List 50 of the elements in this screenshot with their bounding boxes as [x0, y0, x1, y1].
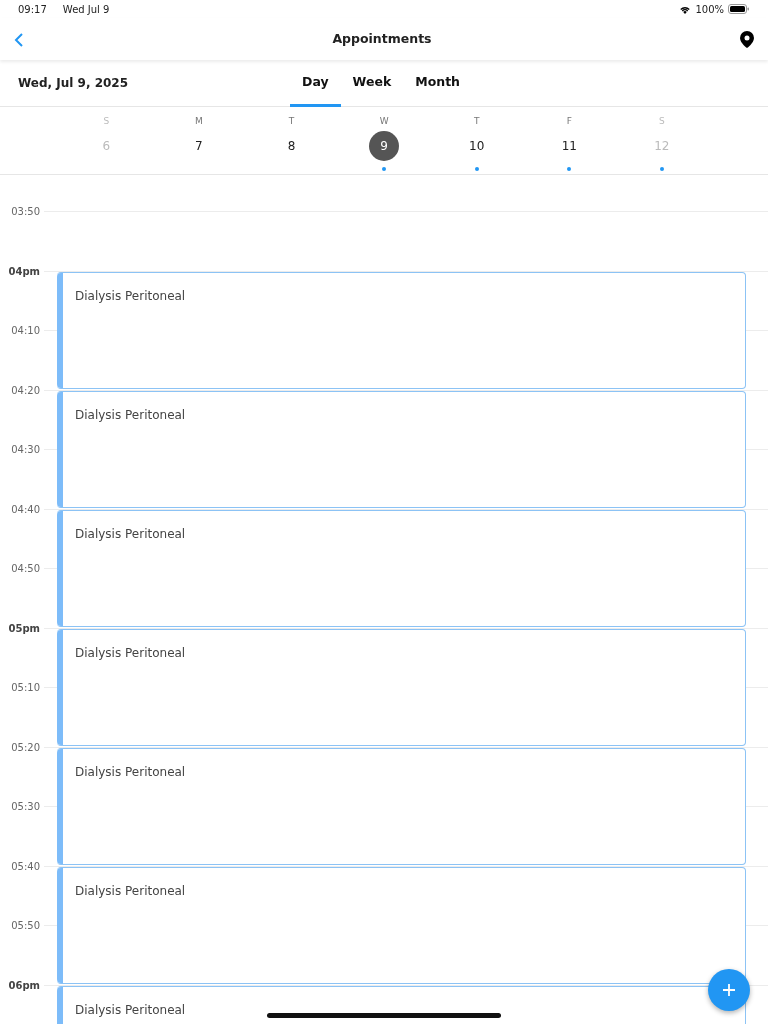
time-label: 04:30: [10, 443, 40, 457]
time-label: 05:30: [10, 800, 40, 814]
time-label: 04:20: [10, 383, 40, 398]
time-label: 04:40: [10, 502, 40, 517]
appointment-title: Dialysis Peritoneal: [74, 525, 186, 543]
view-tab[interactable]: Month: [403, 60, 472, 107]
weekday-label: S: [103, 115, 110, 128]
time-label: 05:40: [10, 859, 40, 874]
appointment-card[interactable]: Dialysis Peritoneal: [57, 747, 746, 865]
plus-icon: [722, 983, 736, 997]
appointment-card[interactable]: Dialysis Peritoneal: [57, 866, 746, 984]
time-label: 03:50: [10, 205, 40, 219]
time-label: 04pm: [7, 264, 40, 279]
view-tab[interactable]: Week: [340, 60, 404, 107]
appointment-title: Dialysis Peritoneal: [74, 763, 186, 781]
weekday-label: S: [659, 115, 665, 128]
time-label: 04:50: [10, 562, 40, 576]
weekday-label: W: [379, 115, 389, 128]
weekday-label: T: [288, 115, 295, 128]
time-label: 05:50: [10, 919, 40, 933]
appointment-title: Dialysis Peritoneal: [74, 882, 186, 900]
wifi-icon: [679, 4, 692, 14]
day-number[interactable]: 8: [276, 131, 307, 161]
time-label: 04:10: [10, 324, 40, 338]
appointment-title: Dialysis Peritoneal: [74, 1001, 186, 1019]
time-label: 05:20: [10, 740, 40, 755]
day-number[interactable]: 9: [369, 131, 400, 161]
appointment-title: Dialysis Peritoneal: [74, 406, 186, 424]
day-number[interactable]: 11: [554, 131, 585, 161]
view-tab[interactable]: Day: [290, 60, 341, 107]
battery-percent: 100%: [695, 2, 724, 17]
weekday-label: F: [566, 115, 572, 128]
battery-icon: [728, 4, 750, 14]
time-label: 06pm: [7, 978, 40, 993]
weekday-label: T: [473, 115, 480, 128]
appointment-card[interactable]: Dialysis Peritoneal: [57, 509, 746, 627]
status-date: Wed Jul 9: [62, 2, 110, 17]
status-time: 09:17: [18, 2, 47, 17]
weekday-label: M: [195, 115, 203, 128]
selected-date: Wed, Jul 9, 2025: [17, 75, 130, 92]
time-label: 05:10: [10, 681, 40, 695]
page-title: Appointments: [332, 29, 432, 48]
appointment-card[interactable]: Dialysis Peritoneal: [57, 390, 746, 508]
time-label: 05pm: [7, 621, 40, 636]
appointment-card[interactable]: Dialysis Peritoneal: [57, 271, 746, 389]
day-number[interactable]: 10: [461, 131, 492, 161]
appointment-card[interactable]: Dialysis Peritoneal: [57, 628, 746, 746]
day-number[interactable]: 7: [183, 131, 214, 161]
appointment-title: Dialysis Peritoneal: [74, 287, 186, 305]
appointment-title: Dialysis Peritoneal: [74, 644, 186, 662]
